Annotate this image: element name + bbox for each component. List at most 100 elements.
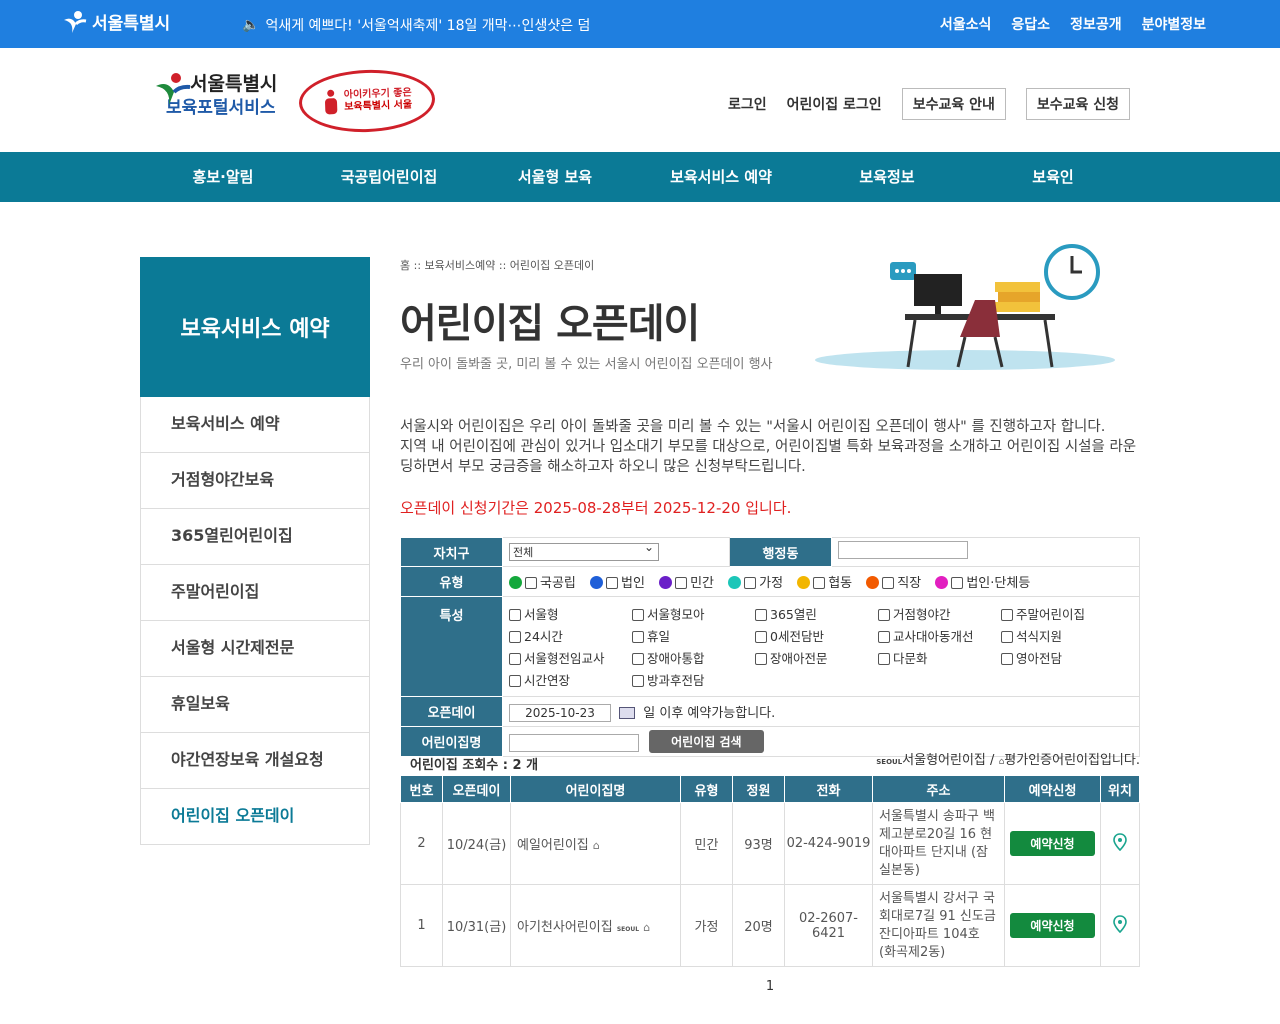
feature-checkbox[interactable] (632, 653, 644, 665)
col-address: 주소 (872, 775, 1005, 803)
col-no: 번호 (400, 775, 443, 803)
feature-option: 다문화 (878, 648, 1001, 667)
type-label-group: 법인·단체등 (966, 576, 1031, 591)
district-label: 자치구 (400, 537, 503, 567)
col-type: 유형 (680, 775, 733, 803)
edu-info-button[interactable]: 보수교육 안내 (901, 88, 1006, 120)
news-text[interactable]: 억새게 예쁘다! '서울억새축제' 18일 개막⋯인생샷은 덤 (265, 15, 590, 35)
sidebar-item-weekend[interactable]: 주말어린이집 (140, 565, 370, 621)
feature-option: 0세전담반 (755, 626, 878, 645)
type-checkbox-corp[interactable] (606, 577, 619, 589)
sidebar: 보육서비스 예약 보육서비스 예약 거점형야간보육 365열린어린이집 주말어린… (140, 257, 370, 845)
type-checkbox-home[interactable] (744, 577, 757, 589)
seoul-logo[interactable]: 서울특별시 (62, 9, 170, 34)
cert-mark-icon: ⌂ (592, 839, 600, 852)
type-checkbox-group[interactable] (951, 577, 964, 589)
table-row: 2 10/24(금) 예일어린이집 ⌂ 민간 93명 02-424-9019 서… (400, 802, 1140, 885)
type-checkbox-private[interactable] (675, 577, 688, 589)
type-checkbox-workplace[interactable] (882, 577, 895, 589)
feature-option: 거점형야간 (878, 604, 1001, 623)
date-input[interactable]: 2025-10-23 (509, 703, 611, 722)
edu-apply-button[interactable]: 보수교육 신청 (1025, 88, 1130, 120)
name-label: 어린이집명 (400, 726, 503, 757)
header-links: 로그인 어린이집 로그인 보수교육 안내 보수교육 신청 (728, 88, 1130, 120)
type-checkbox-public[interactable] (525, 577, 537, 589)
daycare-name-link[interactable]: 예일어린이집 (517, 838, 589, 853)
date-note: 일 이후 예약가능합니다. (643, 705, 776, 721)
col-date: 오픈데이 (442, 775, 511, 803)
nav-public-daycare[interactable]: 국공립어린이집 (306, 152, 472, 202)
name-input[interactable] (509, 733, 639, 752)
search-form: 자치구 전체 행정동 유형 국공립 법인 민간 가정 협동 직장 법인·단체등 … (400, 537, 1140, 757)
nav-promo[interactable]: 홍보·알림 (140, 152, 306, 202)
col-phone: 전화 (784, 775, 873, 803)
campaign-badge[interactable]: 아이키우기 좋은 보육특별시 서울 (297, 67, 437, 135)
type-label: 유형 (400, 566, 503, 597)
feature-checkbox[interactable] (878, 631, 890, 643)
col-name: 어린이집명 (510, 775, 681, 803)
feature-checkbox[interactable] (755, 653, 767, 665)
page-number[interactable]: 1 (766, 979, 774, 994)
feature-checkbox[interactable] (755, 631, 767, 643)
feature-checkbox[interactable] (509, 631, 521, 643)
type-label-private: 민간 (690, 576, 715, 591)
col-capacity: 정원 (732, 775, 785, 803)
result-table: 번호 오픈데이 어린이집명 유형 정원 전화 주소 예약신청 위치 2 10/2… (400, 775, 1140, 967)
feature-checkbox[interactable] (1001, 631, 1013, 643)
feature-checkbox[interactable] (1001, 609, 1013, 621)
feature-checkbox[interactable] (878, 653, 890, 665)
feature-checkbox[interactable] (1001, 653, 1013, 665)
map-pin-icon[interactable] (1112, 914, 1128, 933)
calendar-icon[interactable] (619, 706, 636, 719)
col-location: 위치 (1100, 775, 1140, 803)
sidebar-item-night-care[interactable]: 거점형야간보육 (140, 453, 370, 509)
feature-options: 서울형 서울형모아 365열린 거점형야간 주말어린이집 24시간 휴일 0세전… (509, 597, 1133, 696)
feature-option: 교사대아동개선 (878, 626, 1001, 645)
reserve-button[interactable]: 예약신청 (1010, 913, 1095, 938)
feature-checkbox[interactable] (509, 653, 521, 665)
feature-checkbox[interactable] (632, 609, 644, 621)
type-checkbox-coop[interactable] (813, 577, 826, 589)
sidebar-item-holiday[interactable]: 휴일보육 (140, 677, 370, 733)
feature-checkbox[interactable] (509, 675, 521, 687)
type-options: 국공립 법인 민간 가정 협동 직장 법인·단체등 (502, 566, 1140, 597)
search-button[interactable]: 어린이집 검색 (649, 730, 764, 753)
sidebar-item-extended-request[interactable]: 야간연장보육 개설요청 (140, 733, 370, 789)
intro-paragraph-1: 서울시와 어린이집은 우리 아이 돌봐줄 곳을 미리 볼 수 있는 "서울시 어… (400, 419, 1106, 435)
feature-checkbox[interactable] (755, 609, 767, 621)
nav-service-reservation[interactable]: 보육서비스 예약 (638, 152, 804, 202)
type-dot-public (509, 576, 522, 589)
nav-seoul-care[interactable]: 서울형 보육 (472, 152, 638, 202)
sidebar-item-365[interactable]: 365열린어린이집 (140, 509, 370, 565)
map-pin-icon[interactable] (1112, 832, 1128, 851)
dong-input[interactable] (838, 541, 968, 559)
sidebar-item-reservation[interactable]: 보육서비스 예약 (140, 397, 370, 453)
portal-logo-icon (156, 73, 191, 105)
cell-phone: 02-424-9019 (784, 802, 873, 885)
cell-address: 서울특별시 송파구 백제고분로20길 16 현대아파트 단지내 (잠실본동) (872, 802, 1005, 885)
cell-phone: 02-2607-6421 (784, 884, 873, 967)
link-seoul-news[interactable]: 서울소식 (940, 14, 992, 34)
center-login-link[interactable]: 어린이집 로그인 (787, 94, 882, 114)
feature-option: 서울형모아 (632, 604, 755, 623)
feature-checkbox[interactable] (878, 609, 890, 621)
link-field-info[interactable]: 분야별정보 (1142, 14, 1206, 34)
link-response[interactable]: 응답소 (1011, 14, 1050, 34)
seoul-mark-icon: SEOUL (616, 926, 640, 933)
feature-checkbox[interactable] (509, 609, 521, 621)
sidebar-item-openday[interactable]: 어린이집 오픈데이 (140, 789, 370, 845)
legend-seoul: 서울형어린이집 (902, 753, 986, 768)
reserve-button[interactable]: 예약신청 (1010, 831, 1095, 856)
news-ticker[interactable]: 🔈 억새게 예쁘다! '서울억새축제' 18일 개막⋯인생샷은 덤 (242, 15, 590, 35)
nav-caregivers[interactable]: 보육인 (970, 152, 1136, 202)
district-select[interactable]: 전체 (509, 540, 659, 561)
daycare-name-link[interactable]: 아기천사어린이집 (517, 920, 613, 935)
sidebar-item-hourly[interactable]: 서울형 시간제전문 (140, 621, 370, 677)
portal-logo[interactable]: 서울특별시 보육포털서비스 (152, 72, 280, 120)
nav-care-info[interactable]: 보육정보 (804, 152, 970, 202)
feature-checkbox[interactable] (632, 631, 644, 643)
login-link[interactable]: 로그인 (728, 94, 767, 114)
feature-checkbox[interactable] (632, 675, 644, 687)
type-dot-group (935, 576, 949, 589)
link-info-open[interactable]: 정보공개 (1070, 14, 1122, 34)
